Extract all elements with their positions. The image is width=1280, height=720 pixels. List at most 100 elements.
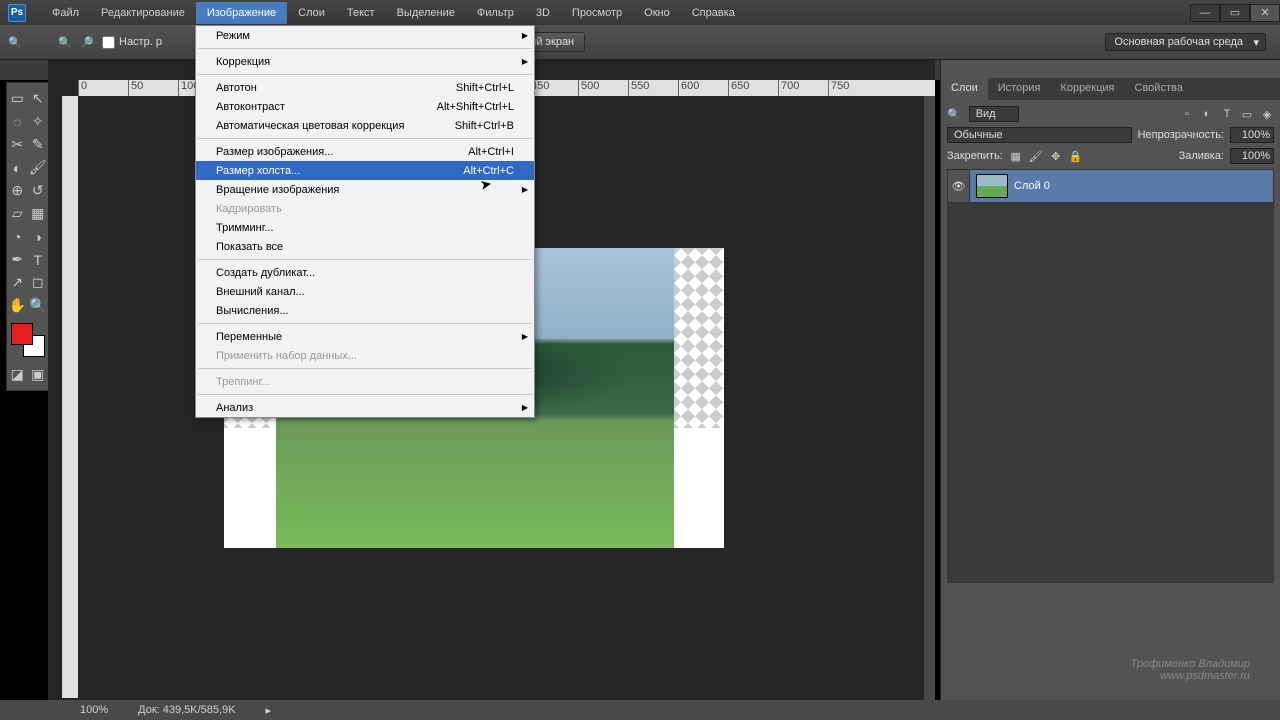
filter-type-icon[interactable]: T (1220, 107, 1234, 121)
menu-item-режим[interactable]: Режим▶ (196, 26, 534, 45)
menu-item-применитьнаборданных: Применить набор данных... (196, 346, 534, 365)
ruler-tick: 650 (728, 80, 778, 96)
lock-move-icon[interactable]: ✥ (1049, 149, 1063, 163)
stamp-tool[interactable]: ⊕ (7, 179, 28, 202)
menu-shortcut: Shift+Ctrl+L (456, 82, 514, 94)
collapsed-panel-strip[interactable] (923, 80, 935, 700)
menu-separator (198, 74, 532, 75)
menu-item-коррекция[interactable]: Коррекция▶ (196, 52, 534, 71)
layer-list: 👁 Слой 0 (947, 169, 1274, 583)
layers-panel: 🔍 Вид ▫ ◐ T ▭ ◈ Обычные Непрозрачность: … (941, 100, 1280, 589)
brush-tool[interactable]: 🖌 (28, 156, 49, 179)
menu-фильтр[interactable]: Фильтр (466, 2, 525, 24)
layer-name[interactable]: Слой 0 (1014, 180, 1050, 192)
panel-tab-0[interactable]: Слои (941, 78, 988, 100)
menu-item-переменные[interactable]: Переменные▶ (196, 327, 534, 346)
maximize-button[interactable]: ▭ (1220, 4, 1250, 22)
menu-item-label: Треппинг... (216, 376, 270, 388)
fill-label: Заливка: (1179, 150, 1224, 162)
eraser-tool[interactable]: ▱ (7, 202, 28, 225)
crop-tool[interactable]: ✂ (7, 133, 28, 156)
menu-item-label: Вычисления... (216, 305, 289, 317)
menu-просмотр[interactable]: Просмотр (561, 2, 633, 24)
move-tool[interactable]: ▭ (7, 87, 28, 110)
zoom-out-icon[interactable]: 🔎 (80, 35, 94, 49)
select-tool[interactable]: ↖ (28, 87, 49, 110)
heal-tool[interactable]: ◐ (7, 156, 28, 179)
blur-tool[interactable]: ◔ (7, 225, 28, 248)
color-swatches[interactable] (11, 323, 45, 357)
dodge-tool[interactable]: ◑ (28, 225, 49, 248)
lock-transparent-icon[interactable]: ▦ (1009, 149, 1023, 163)
menu-выделение[interactable]: Выделение (386, 2, 466, 24)
image-menu-dropdown: Режим▶ Коррекция▶ АвтотонShift+Ctrl+LАвток… (195, 25, 535, 418)
fill-input[interactable]: 100% (1230, 148, 1274, 164)
menubar: ФайлРедактированиеИзображениеСлоиТекстВы… (41, 2, 746, 24)
menu-item-label: Показать все (216, 241, 283, 253)
workspace-dropdown[interactable]: Основная рабочая среда ▾ (1105, 33, 1266, 51)
resize-checkbox[interactable]: Настр. р (102, 36, 162, 49)
menu-item-автоконтраст[interactable]: АвтоконтрастAlt+Shift+Ctrl+L (196, 97, 534, 116)
menu-item-label: Применить набор данных... (216, 350, 357, 362)
opacity-input[interactable]: 100% (1230, 127, 1274, 143)
filter-shape-icon[interactable]: ▭ (1240, 107, 1254, 121)
menu-shortcut: Alt+Shift+Ctrl+L (437, 101, 514, 113)
menu-изображение[interactable]: Изображение (196, 2, 287, 24)
path-tool[interactable]: ↗ (7, 271, 28, 294)
menu-item-автотон[interactable]: АвтотонShift+Ctrl+L (196, 78, 534, 97)
wand-tool[interactable]: ✧ (28, 110, 49, 133)
menu-item-показатьвсе[interactable]: Показать все (196, 237, 534, 256)
blend-mode-dropdown[interactable]: Обычные (947, 127, 1132, 143)
menu-separator (198, 138, 532, 139)
resize-checkbox-input[interactable] (102, 36, 115, 49)
status-arrow-icon[interactable]: ▸ (266, 704, 272, 717)
zoom-level[interactable]: 100% (80, 704, 108, 716)
eyedropper-tool[interactable]: ✎ (28, 133, 49, 156)
menu-текст[interactable]: Текст (336, 2, 386, 24)
zoom-tool[interactable]: 🔍 (28, 294, 49, 317)
menu-окно[interactable]: Окно (633, 2, 681, 24)
gradient-tool[interactable]: ▦ (28, 202, 49, 225)
close-button[interactable]: ✕ (1250, 4, 1280, 22)
menu-слои[interactable]: Слои (287, 2, 336, 24)
menu-item-анализ[interactable]: Анализ▶ (196, 398, 534, 417)
type-tool[interactable]: T (28, 248, 49, 271)
menu-3d[interactable]: 3D (525, 2, 561, 24)
menu-item-вычисления[interactable]: Вычисления... (196, 301, 534, 320)
menu-separator (198, 48, 532, 49)
quickmask-tool[interactable]: ◪ (7, 363, 28, 386)
menu-item-автоматическаяцветоваякоррекция[interactable]: Автоматическая цветовая коррекцияShift+C… (196, 116, 534, 135)
lasso-tool[interactable]: ◌ (7, 110, 28, 133)
cursor-icon: ➤ (479, 175, 494, 194)
panel-tab-3[interactable]: Свойства (1125, 78, 1193, 100)
submenu-arrow-icon: ▶ (522, 403, 528, 412)
menu-справка[interactable]: Справка (681, 2, 746, 24)
history-brush[interactable]: ↺ (28, 179, 49, 202)
panel-tab-1[interactable]: История (988, 78, 1051, 100)
window-controls: — ▭ ✕ (1190, 4, 1280, 22)
hand-tool[interactable]: ✋ (7, 294, 28, 317)
lock-paint-icon[interactable]: 🖌 (1029, 149, 1043, 163)
panel-tab-2[interactable]: Коррекция (1050, 78, 1124, 100)
minimize-button[interactable]: — (1190, 4, 1220, 22)
menu-item-внешнийканал[interactable]: Внешний канал... (196, 282, 534, 301)
pen-tool[interactable]: ✒ (7, 248, 28, 271)
lock-all-icon[interactable]: 🔒 (1069, 149, 1083, 163)
shape-tool[interactable]: ◻ (28, 271, 49, 294)
submenu-arrow-icon: ▶ (522, 57, 528, 66)
filter-adjust-icon[interactable]: ◐ (1200, 107, 1214, 121)
screenmode-tool[interactable]: ▣ (28, 363, 49, 386)
filter-image-icon[interactable]: ▫ (1180, 107, 1194, 121)
visibility-icon[interactable]: 👁 (948, 170, 970, 202)
layer-thumbnail[interactable] (976, 174, 1008, 198)
zoom-in-icon[interactable]: 🔍 (58, 35, 72, 49)
menu-item-размеризображения[interactable]: Размер изображения...Alt+Ctrl+I (196, 142, 534, 161)
filter-smart-icon[interactable]: ◈ (1260, 107, 1274, 121)
menu-item-создатьдубликат[interactable]: Создать дубликат... (196, 263, 534, 282)
layer-row[interactable]: 👁 Слой 0 (947, 169, 1274, 203)
menu-item-тримминг[interactable]: Тримминг... (196, 218, 534, 237)
menu-редактирование[interactable]: Редактирование (90, 2, 196, 24)
layer-filter-type[interactable]: Вид (969, 106, 1019, 122)
menu-файл[interactable]: Файл (41, 2, 90, 24)
foreground-color[interactable] (11, 323, 33, 345)
